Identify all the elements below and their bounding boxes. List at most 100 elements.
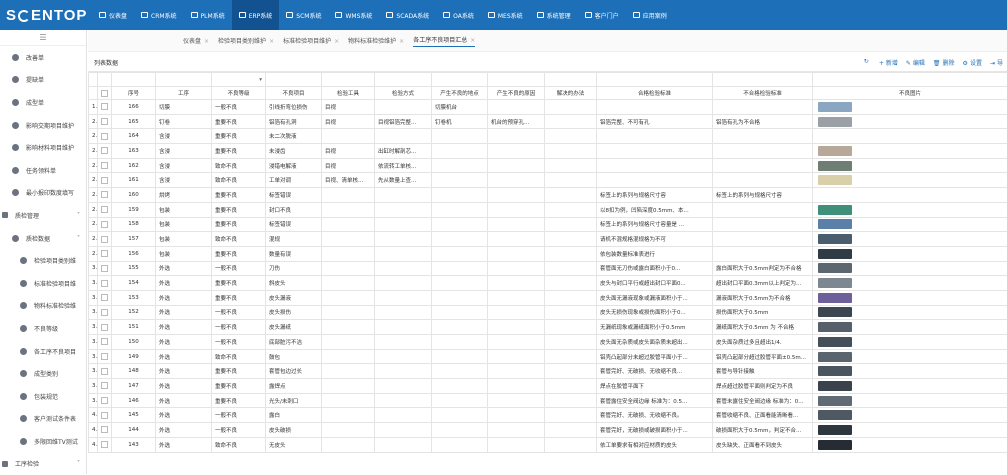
topnav-item[interactable]: WMS系统 [328,0,379,30]
filter-cell[interactable] [432,73,488,87]
defect-thumbnail[interactable] [818,219,852,229]
row-checkbox[interactable] [101,338,108,345]
defect-image-cell[interactable] [813,364,1007,379]
sidebar-item[interactable]: 客户测试条件表 [0,408,86,431]
row-checkbox-cell[interactable] [98,276,112,291]
defect-thumbnail[interactable] [818,396,852,406]
table-row[interactable]: 21164含浸重要不良未二次脱液 [89,129,1007,144]
sidebar-item[interactable]: 最小报印数度填写 [0,182,86,205]
defect-thumbnail[interactable] [818,440,852,450]
row-checkbox-cell[interactable] [98,335,112,350]
sidebar-item[interactable]: 提缺单 [0,69,86,92]
sidebar-item[interactable]: 任务领料单 [0,159,86,182]
row-checkbox-cell[interactable] [98,305,112,320]
defect-thumbnail[interactable] [818,146,852,156]
filter-cell[interactable] [112,73,156,87]
toolbar-button[interactable]: ✎编辑 [906,58,925,67]
sidebar-item[interactable]: 不良等级 [0,317,86,340]
topnav-item[interactable]: PLM系统 [184,0,232,30]
row-checkbox-cell[interactable] [98,217,112,232]
sidebar-item[interactable]: 工序检验˅ [0,453,86,475]
row-checkbox-cell[interactable] [98,290,112,305]
page-tab[interactable]: 仪表盘× [183,36,209,45]
table-row[interactable]: 33152外选一般不良皮头损伤皮头无损伤现象或损伤面积小于0...损伤面积大于0… [89,305,1007,320]
filter-cell[interactable] [156,73,212,87]
defect-image-cell[interactable] [813,173,1007,188]
table-row[interactable]: 22163含浸重要不良未浸齿目视出缸时解剖芯... [89,144,1007,159]
row-checkbox[interactable] [101,397,108,404]
row-checkbox[interactable] [101,250,108,257]
table-row[interactable]: 39146外选重要不良光头/未刺口套管露住安全阀边缘 标准为：0.5...套管未… [89,393,1007,408]
row-checkbox-cell[interactable] [98,100,112,115]
row-checkbox-cell[interactable] [98,393,112,408]
column-header[interactable]: 不良图片 [813,87,1007,100]
topnav-item[interactable]: SCM系统 [279,0,328,30]
defect-thumbnail[interactable] [818,337,852,347]
defect-thumbnail[interactable] [818,293,852,303]
row-checkbox[interactable] [101,441,108,448]
topnav-item[interactable]: MES系统 [481,0,530,30]
row-checkbox-cell[interactable] [98,379,112,394]
row-checkbox-cell[interactable] [98,188,112,203]
filter-cell[interactable] [597,73,713,87]
topnav-item[interactable]: SCADA系统 [379,0,436,30]
defect-image-cell[interactable] [813,144,1007,159]
row-checkbox[interactable] [101,206,108,213]
column-header[interactable]: 序号 [112,87,156,100]
select-all-checkbox-cell[interactable] [98,87,112,100]
close-icon[interactable]: × [470,37,475,44]
table-row[interactable]: 30155外选一般不良刀伤套管面无刀伤或露白面积小于0...露白面积大于0.5m… [89,261,1007,276]
defect-image-cell[interactable] [813,437,1007,452]
topnav-item[interactable]: 客户门户 [578,0,626,30]
filter-cell[interactable] [713,73,813,87]
table-row[interactable]: 27158包装重要不良标签错误标签上的系列与规格尺寸容量是 ... [89,217,1007,232]
defect-image-cell[interactable] [813,217,1007,232]
defect-image-cell[interactable] [813,379,1007,394]
row-checkbox[interactable] [101,412,108,419]
topnav-item[interactable]: CRM系统 [134,0,184,30]
toolbar-button[interactable]: ↻ [864,58,871,67]
row-checkbox[interactable] [101,162,108,169]
defect-thumbnail[interactable] [818,381,852,391]
table-row[interactable]: 42143外选致命不良无皮头依工单要求有相对应材质的皮头皮头缺失、正面看不到皮头 [89,437,1007,452]
scientop-logo[interactable]: SENTOP [0,0,90,30]
sidebar-item[interactable]: 影响交期项目维护 [0,114,86,137]
row-checkbox[interactable] [101,147,108,154]
row-checkbox-cell[interactable] [98,364,112,379]
defect-thumbnail[interactable] [818,249,852,259]
topnav-item[interactable]: 系统管理 [530,0,578,30]
row-checkbox[interactable] [101,221,108,228]
toolbar-button[interactable]: +新增 [879,58,898,67]
row-checkbox-cell[interactable] [98,129,112,144]
table-row[interactable]: 31154外选重要不良斜皮头皮头与封口平行或超出封口平面0...超出封口平面0.… [89,276,1007,291]
toolbar-button[interactable]: 🗑删除 [933,58,955,67]
row-checkbox[interactable] [101,382,108,389]
column-header[interactable]: 不合格检验标准 [713,87,813,100]
sidebar-item[interactable]: 影响材料项目维护 [0,136,86,159]
topnav-item[interactable]: OA系统 [436,0,481,30]
defect-thumbnail[interactable] [818,307,852,317]
defect-image-cell[interactable] [813,202,1007,217]
defect-image-cell[interactable] [813,290,1007,305]
defect-image-cell[interactable] [813,100,1007,115]
page-tab[interactable]: 标准检验项目维护× [283,36,339,45]
sidebar-item[interactable]: 改善单 [0,46,86,69]
filter-cell[interactable] [488,73,545,87]
defect-thumbnail[interactable] [818,205,852,215]
row-checkbox[interactable] [101,426,108,433]
defect-thumbnail[interactable] [818,102,852,112]
sidebar-item[interactable]: 质检管理˅ [0,204,86,227]
defect-thumbnail[interactable] [818,410,852,420]
select-all-checkbox[interactable] [101,90,108,97]
close-icon[interactable]: × [399,38,404,45]
table-row[interactable]: 28157包装致命不良混规请机不混规格混规格为不可 [89,232,1007,247]
column-header[interactable]: 检验方式 [375,87,432,100]
defect-image-cell[interactable] [813,349,1007,364]
sidebar-item[interactable]: 成型类别 [0,362,86,385]
sidebar-item[interactable]: 检验项目类别维 [0,249,86,272]
table-row[interactable]: 26159包装重要不良封口不良以8扣为例，凹陷深度0.5mm、本... [89,202,1007,217]
row-checkbox-cell[interactable] [98,423,112,438]
table-row[interactable]: 35150外选一般不良底部脏污不洁皮头面无杂质或皮头面杂质未超出...皮头面杂质… [89,335,1007,350]
row-checkbox[interactable] [101,103,108,110]
table-row[interactable]: 32153外选重要不良皮头漏液皮头面无漏液现象或漏液面积小于...漏液面积大于0… [89,290,1007,305]
